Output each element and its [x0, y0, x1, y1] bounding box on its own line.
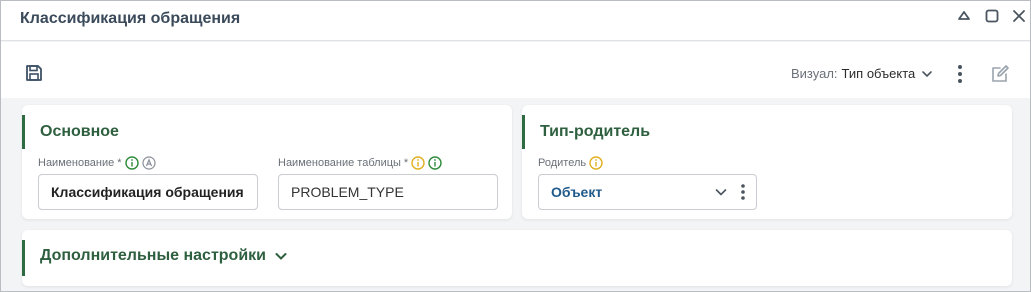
table-label-text: Наименование таблицы: [278, 157, 401, 169]
close-icon[interactable]: [1009, 6, 1029, 26]
minimize-icon[interactable]: [954, 6, 974, 26]
title-bar: Классификация обращения: [1, 1, 1030, 41]
chevron-down-icon: [274, 249, 288, 263]
required-marker: *: [117, 157, 122, 169]
edit-icon: [989, 63, 1011, 85]
section-accent-bar: [22, 240, 25, 276]
warning-info-icon[interactable]: [411, 156, 425, 170]
table-name-input[interactable]: PROBLEM_TYPE: [278, 174, 498, 210]
maximize-icon[interactable]: [982, 6, 1002, 26]
parent-section-card: Тип-родитель Родитель Объект: [522, 105, 1012, 219]
parent-select-controls: [714, 175, 746, 209]
extra-settings-title: Дополнительные настройки: [40, 247, 266, 264]
parent-section-title: Тип-родитель: [540, 123, 651, 140]
section-accent-bar: [22, 115, 25, 149]
more-vertical-icon[interactable]: [947, 61, 973, 87]
visual-selector[interactable]: Визуал: Тип объекта: [791, 66, 933, 81]
table-name-field-label: Наименование таблицы *: [278, 156, 442, 170]
edit-button[interactable]: [987, 61, 1013, 87]
extra-settings-toggle[interactable]: Дополнительные настройки: [40, 247, 288, 265]
extra-settings-card: Дополнительные настройки: [22, 230, 1012, 286]
parent-select-value: Объект: [551, 184, 603, 200]
name-field-label: Наименование *: [38, 156, 156, 170]
dialog-window: Классификация обращения Визуал: Тип объе…: [0, 0, 1031, 292]
toolbar: Визуал: Тип объекта: [1, 42, 1030, 98]
chevron-down-icon[interactable]: [714, 185, 728, 199]
save-icon: [24, 63, 44, 83]
main-section-card: Основное Наименование * Классификация об…: [22, 105, 512, 219]
parent-select[interactable]: Объект: [538, 174, 757, 210]
more-vertical-icon[interactable]: [740, 183, 746, 201]
info-icon[interactable]: [428, 156, 442, 170]
main-section-title: Основное: [40, 123, 119, 140]
parent-field-label: Родитель: [538, 156, 603, 170]
auto-translate-icon[interactable]: [141, 156, 156, 170]
warning-info-icon[interactable]: [589, 156, 603, 170]
chevron-down-icon: [921, 68, 933, 80]
info-icon[interactable]: [124, 156, 139, 170]
parent-label-text: Родитель: [538, 157, 587, 169]
section-accent-bar: [522, 115, 525, 149]
name-label-text: Наименование: [38, 157, 115, 169]
save-button[interactable]: [21, 60, 47, 86]
visual-value: Тип объекта: [841, 66, 916, 81]
name-input[interactable]: Классификация обращения: [38, 174, 258, 210]
visual-label: Визуал:: [791, 66, 838, 81]
window-title: Классификация обращения: [20, 10, 241, 27]
required-marker: *: [403, 157, 409, 169]
